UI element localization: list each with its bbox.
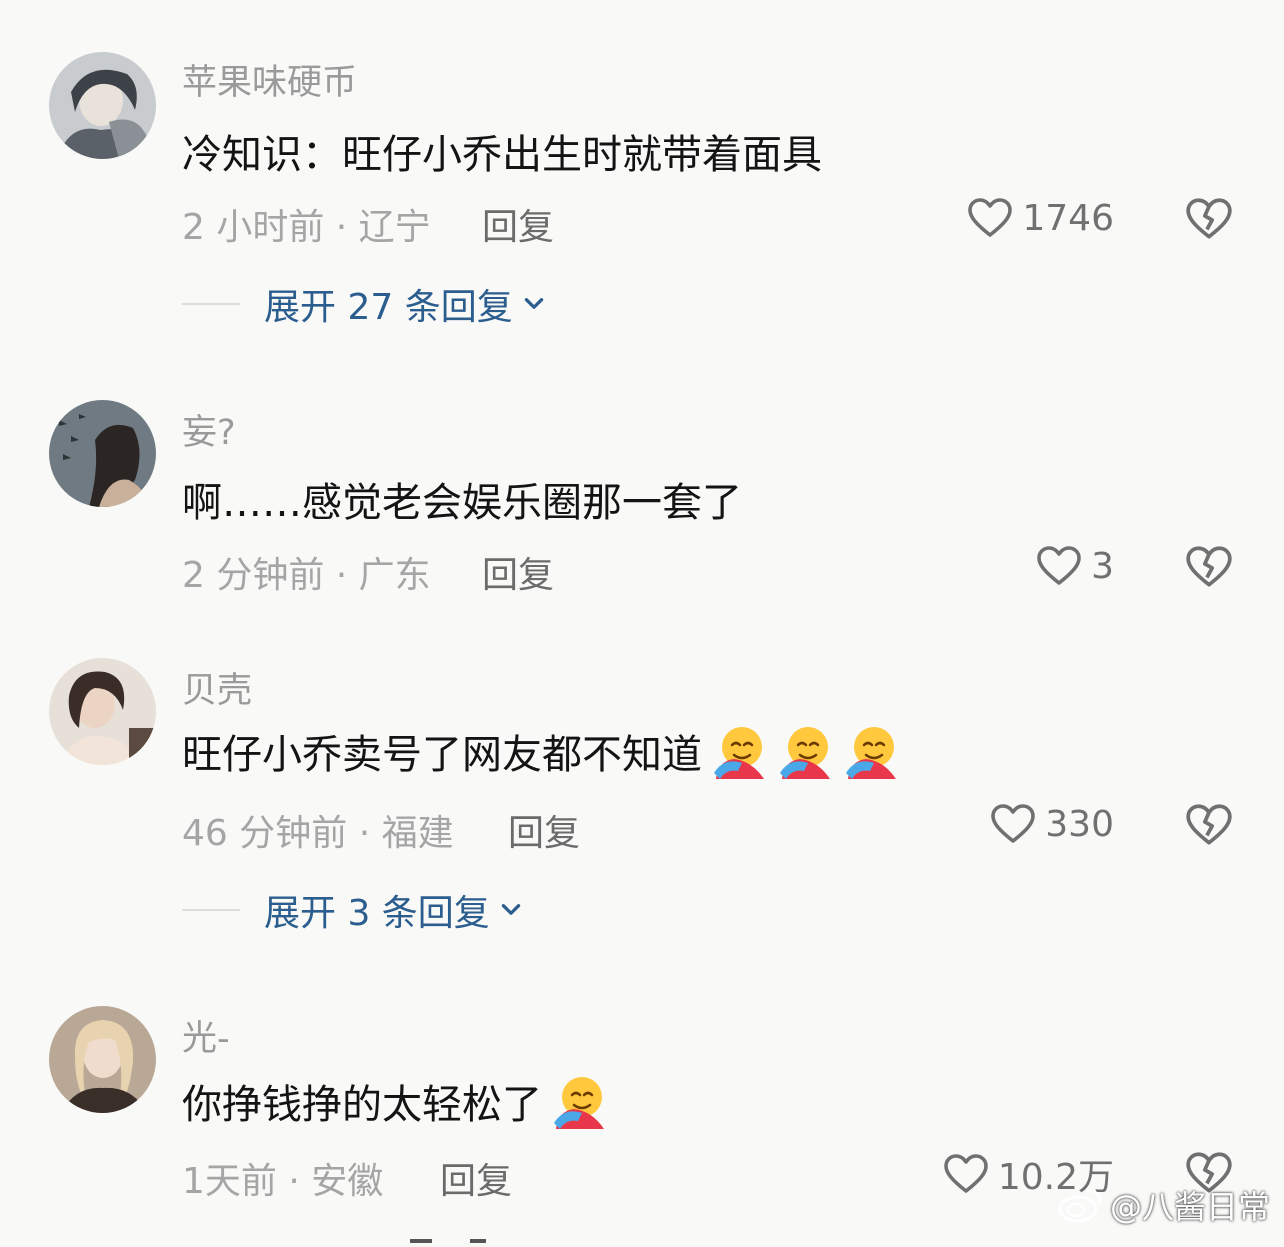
comment-text-content: 旺仔小乔卖号了网友都不知道 xyxy=(182,732,702,778)
like-count: 3 xyxy=(1091,545,1114,587)
watermark-text: @八酱日常 xyxy=(1110,1188,1271,1226)
broken-heart-icon xyxy=(1186,804,1232,845)
comment-meta: 46 分钟前 · 福建 xyxy=(182,813,454,854)
reply-button[interactable]: 回复 xyxy=(508,804,580,856)
hugging-face-emoji xyxy=(714,727,764,779)
watermark: @八酱日常 xyxy=(1058,1182,1270,1228)
divider xyxy=(182,909,240,911)
chevron-down-icon xyxy=(524,298,543,309)
comment-text-content: 你挣钱挣的太轻松了 xyxy=(182,1082,542,1128)
like-count: 330 xyxy=(1045,803,1114,845)
divider xyxy=(182,303,240,305)
next-comment-fragment xyxy=(400,1228,520,1243)
avatar[interactable] xyxy=(49,658,156,765)
dislike-button[interactable] xyxy=(1184,542,1234,592)
avatar[interactable] xyxy=(49,52,156,159)
heart-outline-icon xyxy=(968,198,1013,237)
hugging-face-emoji xyxy=(780,727,830,779)
comment-text: 旺仔小乔卖号了网友都不知道 xyxy=(182,722,900,780)
heart-outline-icon xyxy=(944,1154,988,1193)
broken-heart-icon xyxy=(1186,198,1232,239)
like-button[interactable]: 3 xyxy=(1035,542,1114,590)
like-button[interactable]: 330 xyxy=(989,800,1114,848)
username[interactable]: 妄? xyxy=(182,404,236,455)
expand-replies[interactable]: 展开 27 条回复 xyxy=(182,278,547,330)
username[interactable]: 苹果味硬币 xyxy=(182,54,357,105)
expand-replies[interactable]: 展开 3 条回复 xyxy=(182,884,524,936)
expand-replies-label: 展开 3 条回复 xyxy=(264,893,490,934)
chevron-down-icon xyxy=(501,904,521,915)
comment-meta: 1天前 · 安徽 xyxy=(182,1161,384,1202)
dislike-button[interactable] xyxy=(1184,194,1234,244)
reply-button[interactable]: 回复 xyxy=(482,198,554,250)
comment-meta: 2 小时前 · 辽宁 xyxy=(182,207,431,248)
reply-button[interactable]: 回复 xyxy=(482,546,554,598)
avatar[interactable] xyxy=(49,400,156,507)
username[interactable]: 光- xyxy=(182,1010,230,1061)
hugging-face-emoji xyxy=(846,727,896,779)
comment-text: 冷知识：旺仔小乔出生时就带着面具 xyxy=(182,132,822,178)
heart-outline-icon xyxy=(1037,546,1081,585)
weibo-logo-icon xyxy=(1058,1189,1102,1223)
username[interactable]: 贝壳 xyxy=(182,662,252,713)
comment-text: 你挣钱挣的太轻松了 xyxy=(182,1072,608,1130)
avatar[interactable] xyxy=(49,1006,156,1113)
heart-outline-icon xyxy=(991,804,1036,843)
reply-button[interactable]: 回复 xyxy=(440,1152,512,1204)
dislike-button[interactable] xyxy=(1184,800,1234,850)
hugging-face-emoji xyxy=(554,1077,604,1129)
like-count: 1746 xyxy=(1022,197,1114,239)
comment-meta: 2 分钟前 · 广东 xyxy=(182,555,431,596)
expand-replies-label: 展开 27 条回复 xyxy=(264,287,513,328)
broken-heart-icon xyxy=(1186,546,1232,587)
comment-text: 啊……感觉老会娱乐圈那一套了 xyxy=(182,480,742,526)
like-button[interactable]: 1746 xyxy=(966,194,1114,242)
